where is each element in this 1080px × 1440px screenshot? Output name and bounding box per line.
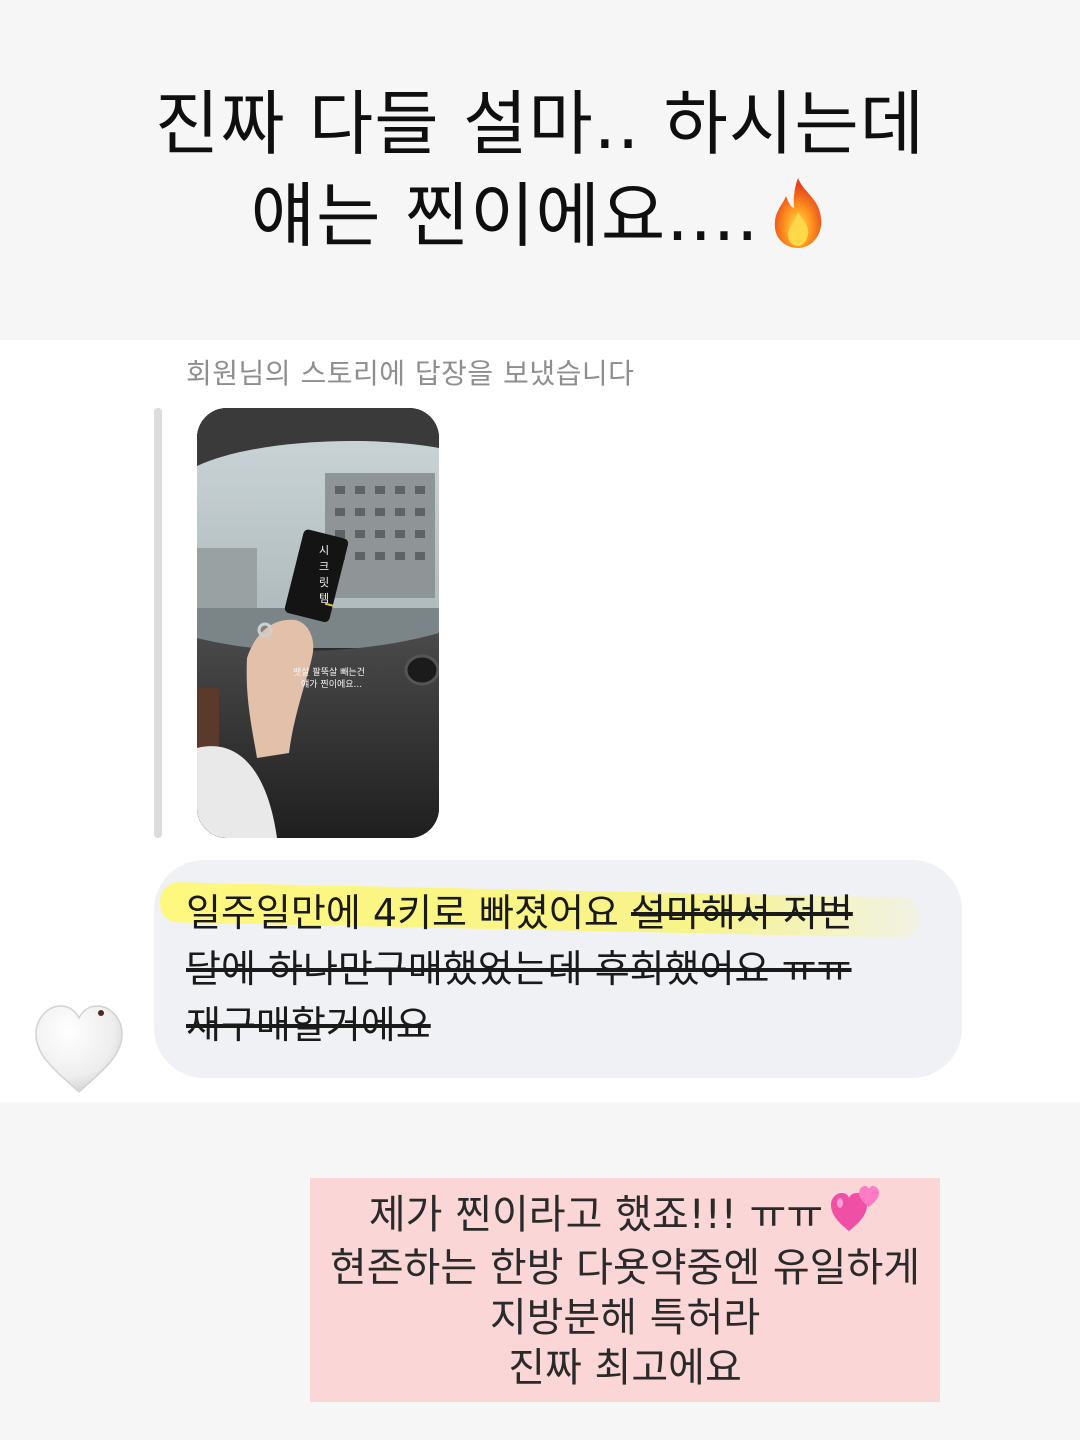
headline-line-2: 얘는 찐이에요.... — [0, 170, 1080, 262]
card-char-2: 크 — [319, 560, 329, 573]
headline-line-2-text: 얘는 찐이에요.... — [250, 175, 760, 257]
message-text: 일주일만에 4키로 빠졌어요 설마해서 저번 달에 하나만구매했었는데 후회했어… — [186, 885, 853, 1053]
story-reply-caption: 회원님의 스토리에 답장을 보냈습니다 — [186, 357, 635, 390]
message-struck-text-2: 달에 하나만구매했었는데 후회했어요 ㅠㅠ — [186, 947, 852, 991]
reply-line-1-wrap: 제가 찐이라고 했죠!!! ㅠㅠ — [310, 1186, 940, 1243]
reply-line-2: 현존하는 한방 다욧약중엔 유일하게 — [329, 1245, 921, 1291]
two-hearts-icon — [829, 1183, 881, 1235]
story-overlay-line-1: 뱃살 팔뚝살 빼는건 — [293, 666, 365, 678]
reply-note-text: 제가 찐이라고 했죠!!! ㅠㅠ 현존하는 한방 다욧약중엔 유일하게 지방분해… — [310, 1186, 940, 1393]
message-struck-text-3: 재구매할거에요 — [186, 1003, 431, 1047]
card-char-1: 시 — [319, 544, 329, 557]
fire-icon — [767, 176, 829, 250]
reply-line-3: 지방분해 특허라 — [489, 1295, 761, 1341]
message-struck-text-1: 설마해서 저번 — [630, 891, 853, 935]
headline-line-1: 진짜 다들 설마.. 하시는데 — [154, 83, 926, 165]
message-plain-text: 일주일만에 4키로 빠졌어요 — [186, 891, 631, 935]
reply-line-4: 진짜 최고에요 — [508, 1345, 742, 1391]
story-quote-bar — [154, 408, 162, 838]
message-line-1: 일주일만에 4키로 빠졌어요 설마해서 저번 — [186, 885, 853, 941]
story-overlay-line-2: 얘가 찐이에요... — [301, 679, 362, 690]
story-thumbnail[interactable]: 시 크 릿 템 뱃살 팔뚝살 빼는건 얘가 찐이에요... — [197, 408, 439, 838]
headline: 진짜 다들 설마.. 하시는데 얘는 찐이에요.... — [0, 78, 1080, 262]
white-heart-icon[interactable] — [30, 1000, 128, 1098]
card-char-4: 템 — [319, 592, 329, 605]
card-char-3: 릿 — [319, 576, 329, 589]
reply-line-1: 제가 찐이라고 했죠!!! ㅠㅠ — [368, 1192, 824, 1238]
